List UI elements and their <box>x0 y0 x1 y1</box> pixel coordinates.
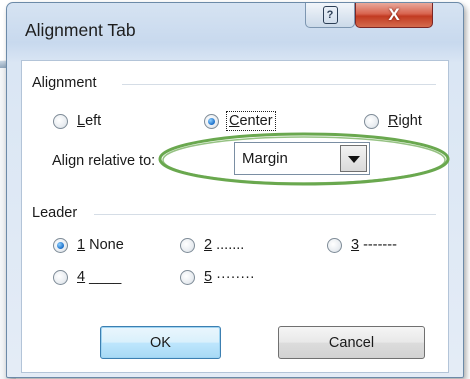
annotation-ellipse <box>158 132 450 186</box>
annotation-ellipse-stroke-2 <box>162 136 446 184</box>
